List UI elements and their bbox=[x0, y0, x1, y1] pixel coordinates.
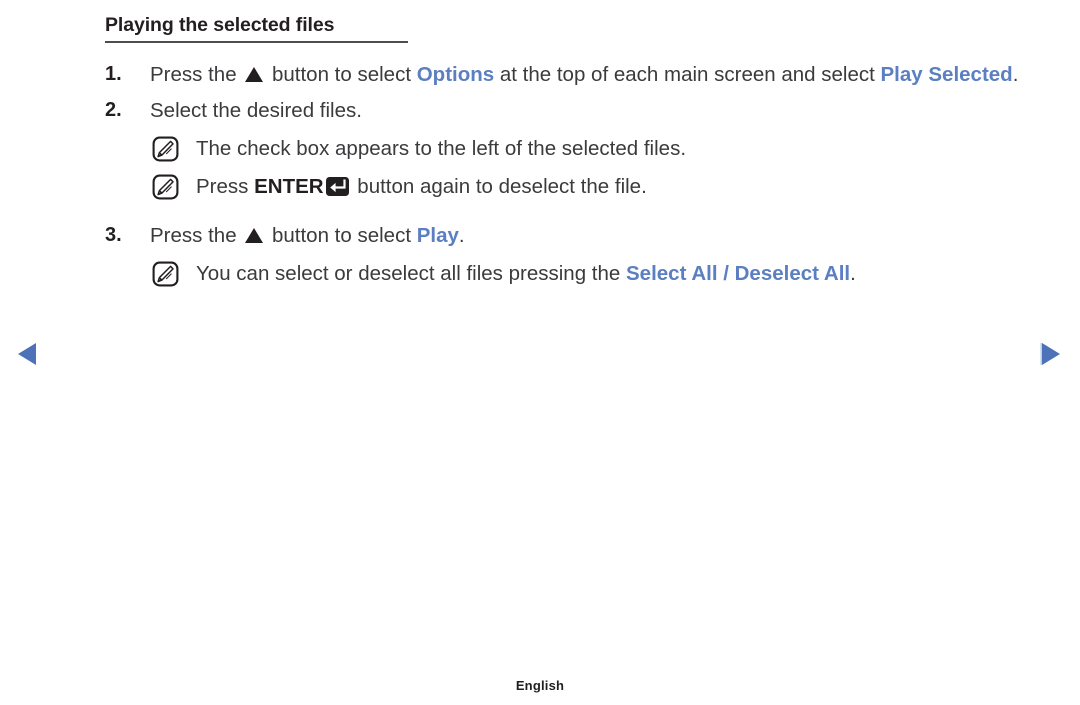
next-page-button[interactable] bbox=[1036, 339, 1066, 369]
note-text: You can select or deselect all files pre… bbox=[196, 257, 1040, 290]
step-number: 2. bbox=[105, 99, 122, 121]
prev-page-button[interactable] bbox=[14, 339, 44, 369]
step3-mid: button to select bbox=[266, 224, 417, 247]
step-item-2: 2. Select the desired files. bbox=[0, 94, 1080, 127]
note-prefix: Press bbox=[196, 175, 255, 198]
language-footer: English bbox=[515, 678, 565, 693]
step1-line2-suffix: . bbox=[1012, 63, 1019, 86]
note-pencil-icon bbox=[152, 136, 179, 162]
note-item: You can select or deselect all files pre… bbox=[0, 257, 1080, 290]
note-suffix: button again to deselect the file. bbox=[351, 175, 647, 198]
step3-prefix: Press the bbox=[150, 224, 243, 247]
ui-term-play[interactable]: Play bbox=[417, 224, 459, 247]
instruction-body: 1. Press the button to select Options at… bbox=[0, 58, 1080, 291]
note-text: Press ENTER button again to deselect the… bbox=[196, 170, 1040, 207]
step-text: Select the desired files. bbox=[150, 99, 362, 122]
note-prefix: You can select or deselect all files pre… bbox=[196, 262, 626, 285]
enter-keyword: ENTER bbox=[254, 175, 324, 198]
note-item: Press ENTER button again to deselect the… bbox=[0, 170, 1080, 207]
triangle-up-icon bbox=[245, 228, 264, 243]
ui-term-play-selected[interactable]: Play Selected bbox=[881, 63, 1013, 86]
ui-term-options[interactable]: Options bbox=[417, 63, 494, 86]
step-number: 3. bbox=[105, 224, 122, 246]
page-title: Playing the selected files bbox=[105, 14, 335, 36]
step-item-1: 1. Press the button to select Options at… bbox=[0, 58, 1080, 91]
note-pencil-icon bbox=[152, 174, 179, 200]
title-underline bbox=[105, 41, 408, 43]
note-item: The check box appears to the left of the… bbox=[0, 132, 1080, 165]
note-suffix: . bbox=[850, 262, 856, 285]
step1-suffix: at the top of each main screen and bbox=[494, 63, 816, 86]
step1-mid: button to select bbox=[266, 63, 417, 86]
step-number: 1. bbox=[105, 63, 122, 85]
enter-key-icon bbox=[325, 174, 350, 207]
step-text: Press the button to select Options at th… bbox=[150, 58, 1020, 91]
step-item-3: 3. Press the button to select Play. bbox=[0, 219, 1080, 252]
step3-suffix: . bbox=[458, 224, 465, 247]
page-title-block: Playing the selected files bbox=[105, 12, 408, 43]
triangle-up-icon bbox=[245, 67, 264, 82]
step1-line2-prefix: select bbox=[821, 63, 881, 86]
manual-page: Playing the selected files 1. Press the … bbox=[0, 0, 1080, 705]
ui-term-select-all-deselect-all[interactable]: Select All / Deselect All bbox=[626, 262, 850, 285]
note-text: The check box appears to the left of the… bbox=[196, 137, 687, 160]
step1-prefix: Press the bbox=[150, 63, 243, 86]
step-text: Press the button to select Play. bbox=[150, 219, 1020, 252]
note-pencil-icon bbox=[152, 261, 179, 287]
